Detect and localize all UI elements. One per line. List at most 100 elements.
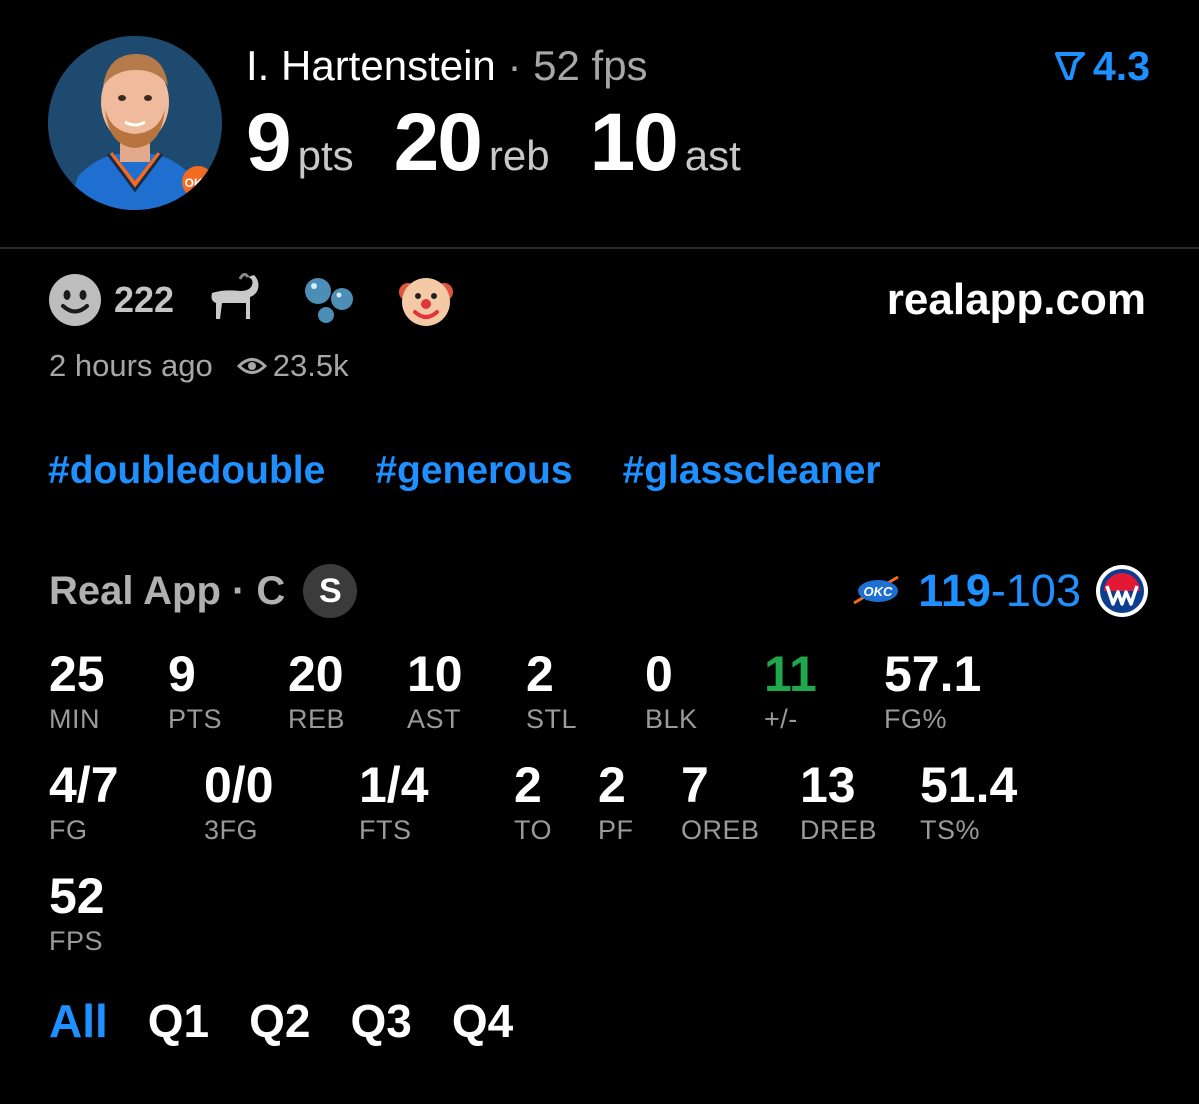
stat-ts-pct: 51.4 TS% xyxy=(920,756,1017,846)
stat-reb: 20 REB xyxy=(288,645,345,735)
hashtag-list: #doubledouble #generous #glasscleaner xyxy=(48,448,931,494)
stat-value: 52 xyxy=(49,868,105,924)
reactions-bar: 222 xyxy=(48,272,494,328)
headline-reb-value: 20 xyxy=(393,97,483,188)
svg-text:OKC: OKC xyxy=(185,176,212,190)
stat-blk: 0 BLK xyxy=(645,645,698,735)
stat-label: STL xyxy=(526,704,578,734)
stat-label: AST xyxy=(407,704,462,734)
tab-q1[interactable]: Q1 xyxy=(148,994,209,1048)
stat-value: 2 xyxy=(514,757,542,813)
game-source-label: Real App · C xyxy=(49,568,286,613)
stat-value: 25 xyxy=(49,646,105,702)
stat-stl: 2 STL xyxy=(526,645,577,735)
stat-pf: 2 PF xyxy=(598,756,634,846)
stat-to: 2 TO xyxy=(514,756,552,846)
player-name[interactable]: I. Hartenstein xyxy=(246,42,496,89)
stat-value: 10 xyxy=(407,646,463,702)
smiley-icon[interactable] xyxy=(48,273,102,327)
name-separator: · xyxy=(507,42,522,89)
away-score: 103 xyxy=(1005,565,1081,616)
stat-value: 7 xyxy=(681,757,709,813)
svg-text:OKC: OKC xyxy=(864,584,894,599)
stat-label: FG xyxy=(49,815,88,845)
post-time: 2 hours ago xyxy=(49,348,213,383)
stat-value: 0 xyxy=(645,646,673,702)
headline-pts-unit: pts xyxy=(297,132,354,179)
stat-value: 57.1 xyxy=(884,646,982,702)
score-dash: - xyxy=(990,565,1006,616)
stat-min: 25 MIN xyxy=(49,645,105,735)
stat-value: 0/0 xyxy=(204,757,274,813)
stat-ast: 10 AST xyxy=(407,645,463,735)
stat-value: 2 xyxy=(526,646,554,702)
stat-label: PF xyxy=(598,815,634,845)
clown-icon[interactable] xyxy=(398,272,454,328)
stat-fg: 4/7 FG xyxy=(49,756,119,846)
stat-value: 51.4 xyxy=(920,757,1018,813)
stat-label: DREB xyxy=(800,815,878,845)
bubbles-icon[interactable] xyxy=(302,273,358,327)
stat-fts: 1/4 FTS xyxy=(359,756,429,846)
reaction-count: 222 xyxy=(114,279,175,320)
player-name-line: I. Hartenstein · 52 fps xyxy=(246,42,648,90)
okc-logo-icon: OKC xyxy=(852,573,902,609)
tab-all[interactable]: All xyxy=(49,994,108,1048)
stat-oreb: 7 OREB xyxy=(681,756,760,846)
real-logo-icon xyxy=(1055,43,1093,90)
player-avatar[interactable]: OKC xyxy=(48,36,222,210)
stat-value: 11 xyxy=(764,646,817,702)
header-divider xyxy=(0,247,1199,249)
player-fps: 52 fps xyxy=(533,42,648,89)
stat-label: FTS xyxy=(359,815,412,845)
stat-label: TS% xyxy=(920,815,981,845)
game-source: Real App · C S xyxy=(49,563,358,619)
home-score: 119 xyxy=(918,565,991,616)
hashtag-glasscleaner[interactable]: #glasscleaner xyxy=(623,448,881,494)
wizards-logo-icon xyxy=(1095,564,1149,618)
stat-value: 13 xyxy=(800,757,856,813)
player-stat-card: OKC I. Hartenstein · 52 fps 4.3 9 pts 20… xyxy=(0,0,1199,1104)
stat-value: 9 xyxy=(168,646,196,702)
stat-value: 4/7 xyxy=(49,757,119,813)
eye-icon xyxy=(236,355,267,377)
game-score[interactable]: OKC 119-103 xyxy=(852,563,1149,619)
quarter-tabs: All Q1 Q2 Q3 Q4 xyxy=(49,994,553,1048)
stat-value: 2 xyxy=(598,757,626,813)
stat-label: TO xyxy=(514,815,553,845)
starter-badge: S xyxy=(303,564,358,618)
hashtag-generous[interactable]: #generous xyxy=(375,448,572,494)
stat-value: 20 xyxy=(288,646,344,702)
stat-fps: 52 FPS xyxy=(49,867,105,957)
stat-dreb: 13 DREB xyxy=(800,756,877,846)
site-link[interactable]: realapp.com xyxy=(887,274,1146,326)
view-count: 23.5k xyxy=(272,348,349,383)
stat-label: OREB xyxy=(681,815,760,845)
stat-fg-pct: 57.1 FG% xyxy=(884,645,981,735)
headline-stats: 9 pts 20 reb 10 ast xyxy=(246,98,781,188)
stat-label: +/- xyxy=(764,704,798,734)
player-rating[interactable]: 4.3 xyxy=(1055,42,1150,90)
stat-label: REB xyxy=(288,704,346,734)
stat-label: PTS xyxy=(168,704,223,734)
stat-label: FG% xyxy=(884,704,948,734)
post-meta: 2 hours ago 23.5k xyxy=(49,348,349,384)
headline-ast-value: 10 xyxy=(589,97,679,188)
headline-pts-value: 9 xyxy=(246,97,292,188)
headline-ast-unit: ast xyxy=(684,132,741,179)
stat-pts: 9 PTS xyxy=(168,645,222,735)
stat-value: 1/4 xyxy=(359,757,429,813)
tab-q4[interactable]: Q4 xyxy=(452,994,513,1048)
stat-label: 3FG xyxy=(204,815,259,845)
hashtag-doubledouble[interactable]: #doubledouble xyxy=(48,448,325,494)
goat-icon[interactable] xyxy=(204,273,262,327)
rating-value: 4.3 xyxy=(1093,42,1150,89)
score-line: 119-103 xyxy=(918,565,1081,617)
stat-plus-minus: 11 +/- xyxy=(764,645,817,735)
headline-reb-unit: reb xyxy=(488,132,550,179)
stat-label: FPS xyxy=(49,926,104,956)
tab-q2[interactable]: Q2 xyxy=(249,994,310,1048)
stat-label: MIN xyxy=(49,704,100,734)
stat-3fg: 0/0 3FG xyxy=(204,756,274,846)
tab-q3[interactable]: Q3 xyxy=(351,994,412,1048)
